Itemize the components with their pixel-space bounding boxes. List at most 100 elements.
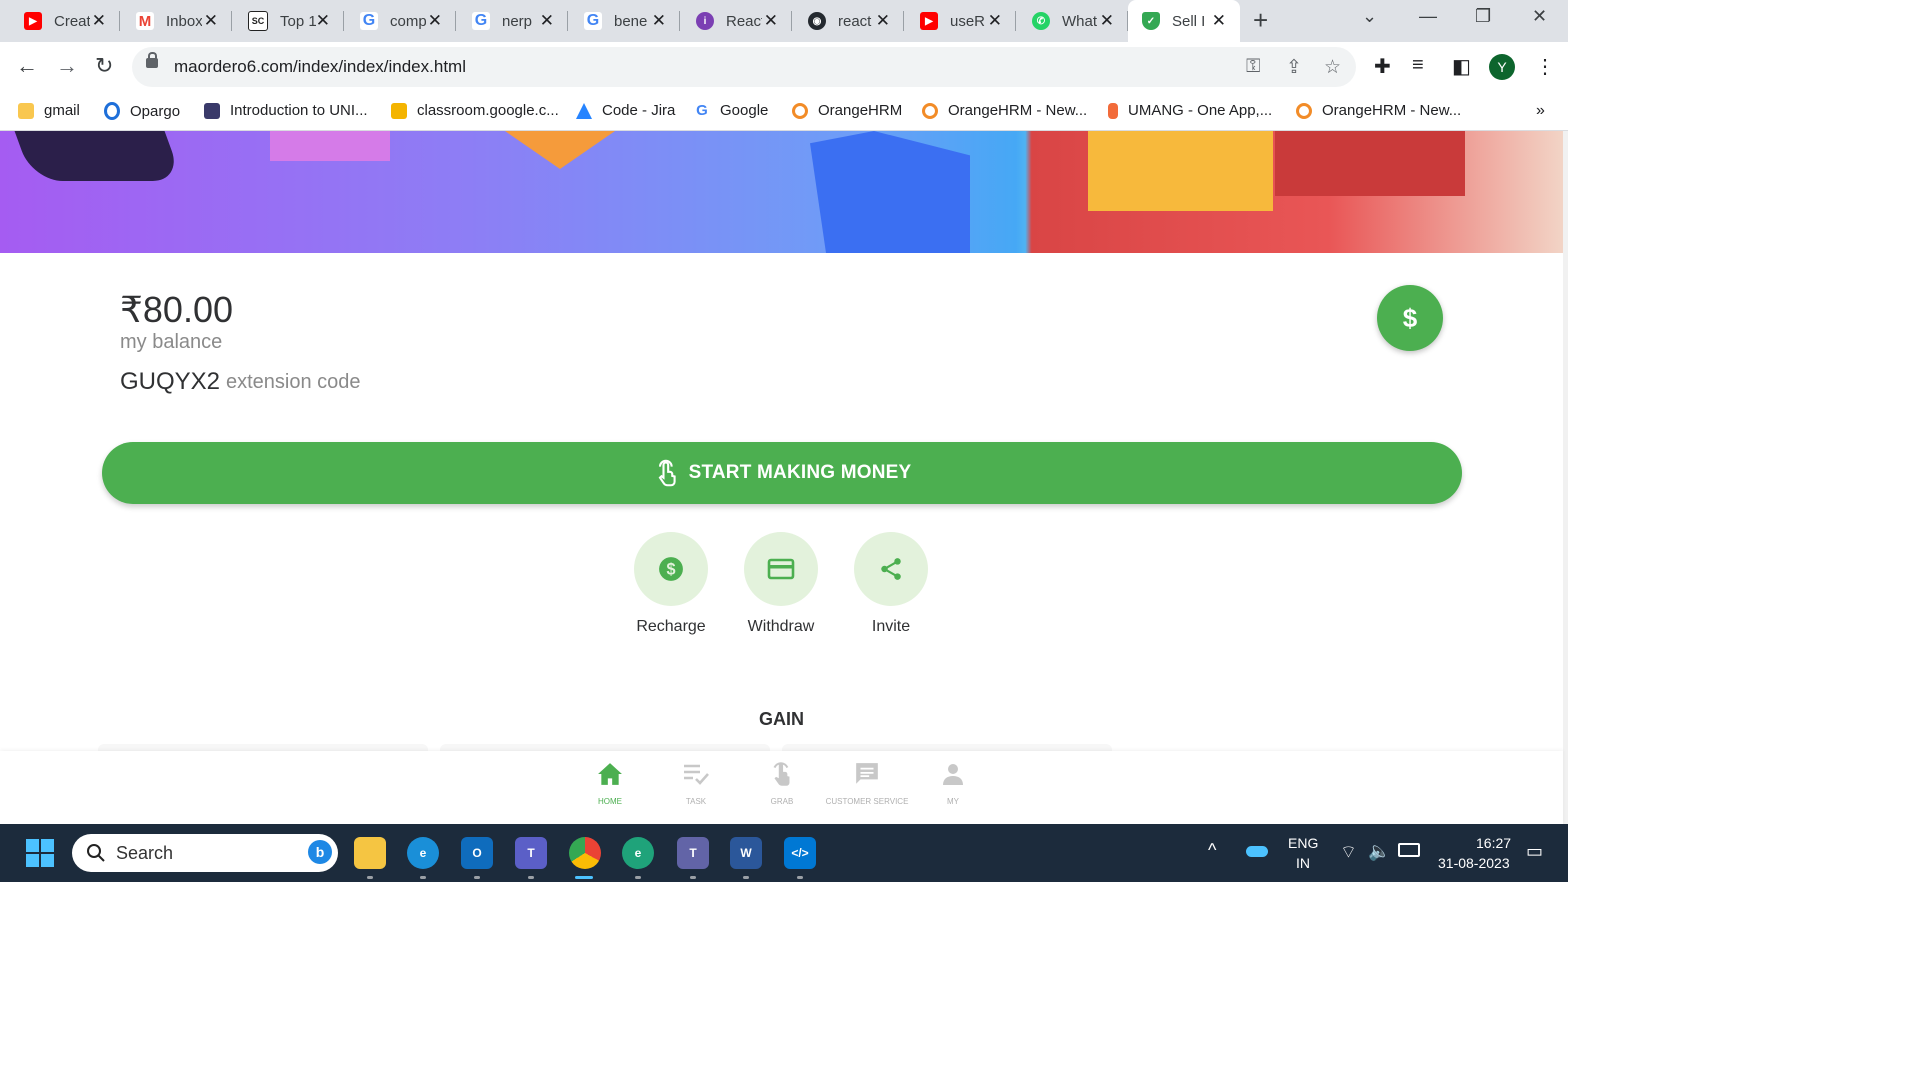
address-bar[interactable]: maordero6.com/index/index/index.html ⚿ ⇪… (132, 47, 1356, 87)
bookmark-opargo[interactable]: Opargo (104, 102, 180, 120)
tab-google-bene[interactable]: G bene ✕ (570, 0, 680, 42)
bookmark-label: Introduction to UNI... (230, 102, 368, 119)
edge-beta-icon[interactable]: e (622, 837, 654, 869)
url-text[interactable]: maordero6.com/index/index/index.html (174, 57, 466, 77)
svg-text:$: $ (666, 560, 675, 578)
dollar-button[interactable]: $ (1377, 285, 1443, 351)
side-panel-icon[interactable]: ◧ (1452, 54, 1471, 79)
close-icon[interactable]: ✕ (92, 11, 106, 31)
close-window-button[interactable]: ✕ (1532, 6, 1547, 27)
bookmark-orangehrm-new-2[interactable]: OrangeHRM - New... (1296, 102, 1461, 119)
bookmark-jira[interactable]: Code - Jira (576, 102, 675, 119)
word-icon[interactable]: W (730, 837, 762, 869)
tab-github-react[interactable]: ◉ react ✕ (794, 0, 904, 42)
forward-button[interactable]: → (56, 54, 78, 78)
restore-button[interactable]: ❐ (1475, 6, 1491, 27)
teams-new-icon[interactable]: T (515, 837, 547, 869)
extensions-icon[interactable]: ✚ (1374, 54, 1391, 79)
wifi-icon[interactable]: ⌔ (1340, 841, 1357, 864)
vscode-icon[interactable]: </> (784, 837, 816, 869)
chrome-icon[interactable] (569, 837, 601, 869)
bookmark-google[interactable]: G Google (694, 102, 768, 119)
bookmark-orangehrm[interactable]: OrangeHRM (792, 102, 902, 119)
close-icon[interactable]: ✕ (204, 11, 218, 31)
shield-icon: ✓ (1142, 12, 1160, 30)
whatsapp-icon: ✆ (1032, 12, 1050, 30)
bookmark-orangehrm-new[interactable]: OrangeHRM - New... (922, 102, 1087, 119)
close-icon[interactable]: ✕ (540, 11, 554, 31)
bookmark-label: Opargo (130, 102, 181, 120)
onedrive-icon[interactable] (1246, 846, 1268, 857)
menu-icon[interactable]: ⋮ (1535, 54, 1555, 79)
language-indicator[interactable]: ENG (1288, 835, 1318, 851)
tab-search-icon[interactable]: ⌄ (1362, 6, 1377, 27)
tab-sell-active[interactable]: ✓ Sell I ✕ (1128, 0, 1240, 42)
minimize-button[interactable]: — (1419, 6, 1437, 27)
google-icon: G (360, 12, 378, 30)
media-icon[interactable]: ≡ (1412, 54, 1424, 77)
clock-time[interactable]: 16:27 (1476, 835, 1511, 851)
bookmark-gmail[interactable]: gmail (18, 102, 80, 119)
battery-icon[interactable] (1398, 843, 1420, 857)
bookmark-star-icon[interactable]: ☆ (1324, 56, 1341, 79)
close-icon[interactable]: ✕ (652, 11, 666, 31)
tab-youtube-user[interactable]: ▶ useR ✕ (906, 0, 1016, 42)
tab-youtube-create[interactable]: ▶ Creat ✕ (10, 0, 120, 42)
profile-avatar[interactable]: Y (1489, 54, 1515, 80)
windows-start-icon[interactable] (25, 838, 55, 868)
page-scrollbar[interactable] (1563, 131, 1568, 824)
edge-icon[interactable]: e (407, 837, 439, 869)
close-icon[interactable]: ✕ (988, 11, 1002, 31)
tab-google-comp[interactable]: G comp ✕ (346, 0, 456, 42)
tab-top[interactable]: SC Top 1 ✕ (234, 0, 344, 42)
share-page-icon[interactable]: ⇪ (1286, 56, 1302, 79)
jira-icon (576, 102, 592, 119)
clock-date[interactable]: 31-08-2023 (1438, 855, 1510, 871)
tab-title: Sell I (1172, 12, 1206, 30)
tab-whatsapp[interactable]: ✆ What ✕ (1018, 0, 1128, 42)
invite-circle[interactable] (854, 532, 928, 606)
withdraw-circle[interactable] (744, 532, 818, 606)
withdraw-button[interactable]: Withdraw (744, 532, 818, 636)
nav-my[interactable]: MY (908, 759, 998, 806)
close-icon[interactable]: ✕ (1100, 11, 1114, 31)
google-icon: G (472, 12, 490, 30)
tab-google-nerp[interactable]: G nerp ✕ (458, 0, 568, 42)
bing-icon[interactable]: b (308, 840, 332, 864)
close-icon[interactable]: ✕ (1212, 11, 1226, 31)
running-indicator (367, 876, 373, 879)
nav-grab[interactable]: GRAB (737, 759, 827, 806)
recharge-circle[interactable]: $ (634, 532, 708, 606)
close-icon[interactable]: ✕ (876, 11, 890, 31)
chevron-up-icon[interactable]: ^ (1208, 840, 1216, 861)
key-icon[interactable]: ⚿ (1246, 56, 1260, 78)
close-icon[interactable]: ✕ (428, 11, 442, 31)
tab-gmail-inbox[interactable]: M Inbox ✕ (122, 0, 232, 42)
nav-home[interactable]: HOME (565, 759, 655, 806)
invite-button[interactable]: Invite (854, 532, 928, 636)
tab-react[interactable]: i React ✕ (682, 0, 792, 42)
notification-icon[interactable]: ▭ (1526, 841, 1543, 862)
balance-amount: ₹80.00 (120, 289, 233, 330)
close-icon[interactable]: ✕ (764, 11, 778, 31)
new-tab-button[interactable]: + (1253, 6, 1268, 34)
bookmark-unix[interactable]: Introduction to UNI... (204, 102, 368, 119)
back-button[interactable]: ← (16, 54, 38, 78)
volume-icon[interactable]: 🔈 (1368, 841, 1390, 862)
reload-button[interactable]: ↻ (95, 54, 113, 78)
bookmark-classroom[interactable]: classroom.google.c... (391, 102, 559, 119)
outlook-icon[interactable]: O (461, 837, 493, 869)
teams-icon[interactable]: T (677, 837, 709, 869)
start-making-money-button[interactable]: START MAKING MONEY (102, 442, 1462, 504)
nav-customer-service[interactable]: CUSTOMER SERVICE (822, 759, 912, 806)
bookmark-umang[interactable]: UMANG - One App,... (1108, 102, 1272, 119)
more-bookmarks-button[interactable]: » (1536, 102, 1545, 120)
close-icon[interactable]: ✕ (316, 11, 330, 31)
region-indicator[interactable]: IN (1296, 855, 1310, 871)
running-indicator (743, 876, 749, 879)
file-explorer-icon[interactable] (354, 837, 386, 869)
recharge-button[interactable]: $ Recharge (634, 532, 708, 636)
taskbar-search[interactable]: Search b (72, 834, 338, 872)
gmail-icon: M (136, 12, 154, 30)
nav-task[interactable]: TASK (651, 759, 741, 806)
